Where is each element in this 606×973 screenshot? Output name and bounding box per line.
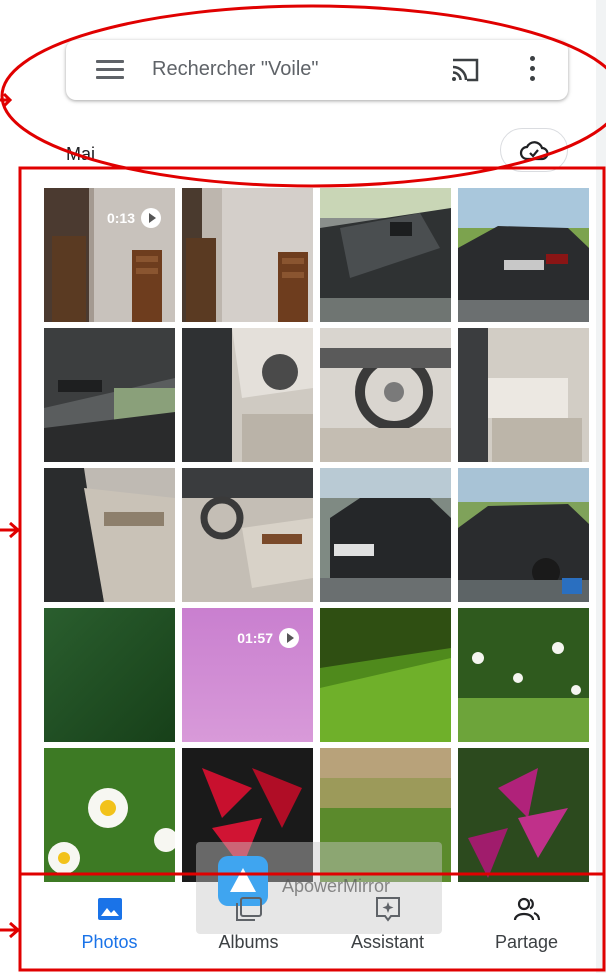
nav-label-albums: Albums	[218, 932, 279, 952]
cloud-check-icon	[519, 141, 549, 161]
nav-label-photos: Photos	[81, 932, 138, 952]
nav-item-sharing[interactable]: Partage	[457, 876, 596, 973]
video-duration: 01:57	[237, 628, 299, 648]
video-duration-text: 0:13	[106, 210, 135, 226]
grid-tile[interactable]	[182, 468, 313, 602]
assistant-icon	[375, 897, 400, 922]
albums-icon	[235, 897, 262, 921]
play-icon	[279, 628, 299, 648]
grid-tile[interactable]	[458, 608, 589, 742]
left-margin	[0, 0, 36, 973]
grid-tile[interactable]: 01:57	[182, 608, 313, 742]
grid-tile[interactable]	[44, 608, 175, 742]
sharing-icon	[513, 897, 540, 921]
nav-label-sharing: Partage	[494, 932, 559, 952]
grid-tile[interactable]	[458, 328, 589, 462]
nav-label-assistant: Assistant	[350, 932, 425, 952]
bottom-navigation: Photos Albums Assistant Partage	[40, 876, 596, 973]
grid-tile[interactable]	[182, 328, 313, 462]
grid-tile[interactable]	[320, 188, 451, 322]
month-heading: Mai	[66, 144, 96, 164]
grid-tile[interactable]	[44, 468, 175, 602]
video-duration-text: 01:57	[237, 630, 273, 646]
search-bar[interactable]: Rechercher "Voile"	[66, 40, 568, 100]
nav-item-assistant[interactable]: Assistant	[318, 876, 457, 973]
more-options-icon[interactable]	[528, 56, 536, 84]
nav-item-photos[interactable]: Photos	[40, 876, 179, 973]
grid-tile[interactable]	[44, 748, 175, 882]
cast-icon[interactable]	[450, 57, 480, 83]
grid-tile[interactable]	[320, 328, 451, 462]
grid-tile[interactable]	[458, 468, 589, 602]
grid-tile[interactable]	[458, 748, 589, 882]
menu-icon[interactable]	[96, 60, 124, 80]
right-edge	[596, 0, 606, 973]
grid-tile[interactable]	[182, 188, 313, 322]
photos-icon	[97, 898, 122, 920]
nav-item-albums[interactable]: Albums	[179, 876, 318, 973]
grid-tile[interactable]	[320, 608, 451, 742]
grid-tile[interactable]	[320, 468, 451, 602]
grid-tile[interactable]: 0:13	[44, 188, 175, 322]
search-input[interactable]: Rechercher "Voile"	[152, 58, 319, 81]
grid-tile[interactable]	[44, 328, 175, 462]
backup-status-button[interactable]	[500, 128, 568, 172]
play-icon	[141, 208, 161, 228]
grid-tile[interactable]	[458, 188, 589, 322]
video-duration: 0:13	[107, 208, 161, 228]
